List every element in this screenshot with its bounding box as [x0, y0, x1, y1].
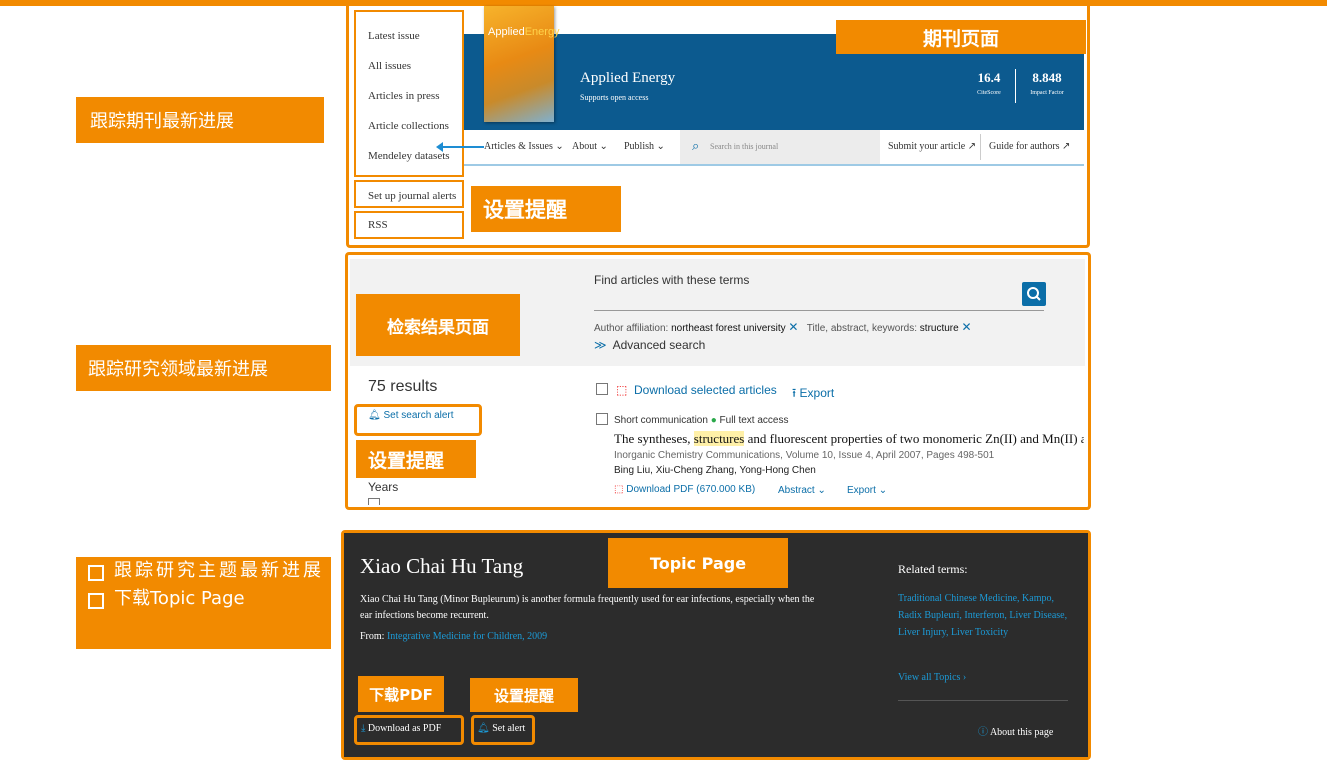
chevron-down-icon: ⌄	[555, 141, 564, 152]
search-button[interactable]	[1022, 282, 1046, 306]
find-articles-label: Find articles with these terms	[594, 273, 750, 287]
year-checkbox[interactable]	[368, 498, 380, 505]
topic-page-annotation: Topic Page	[608, 538, 788, 588]
article-download-pdf[interactable]: ⬚ Download PDF (670.000 KB)	[614, 484, 755, 495]
cover-title: AppliedEnergy	[488, 26, 560, 38]
nav-about[interactable]: About ⌄	[572, 141, 608, 152]
pdf-icon: ⬚	[614, 484, 624, 495]
article-source: Inorganic Chemistry Communications, Volu…	[614, 450, 995, 461]
journal-nav-rule	[464, 164, 1084, 166]
pdf-icon: ⬚	[616, 383, 628, 397]
export-button[interactable]: ⭱ Export	[792, 384, 834, 405]
arrow-line	[440, 146, 484, 148]
submit-article-link[interactable]: Submit your article ↗	[888, 141, 976, 152]
topic-source-link[interactable]: Integrative Medicine for Children, 2009	[387, 631, 547, 642]
remove-filter-icon[interactable]: ✕	[788, 320, 798, 334]
square-bullet-icon	[88, 565, 104, 581]
advanced-search-link[interactable]: ≫ Advanced search	[594, 338, 705, 352]
journal-page-annotation: 期刊页面	[836, 20, 1086, 54]
impact-factor-metric: 8.848 Impact Factor	[1030, 70, 1064, 96]
track-field-label: 跟踪研究领域最新进展	[76, 345, 331, 391]
guide-for-authors-link[interactable]: Guide for authors ↗	[989, 141, 1070, 152]
article-meta: Short communication ● Full text access	[614, 415, 789, 426]
topic-labels-box: 跟踪研究主题最新进展 下载Topic Page	[76, 557, 331, 649]
chevron-down-icon: ⌄	[817, 485, 826, 496]
set-search-alert-button[interactable]: 🔔︎ Set search alert	[368, 410, 454, 421]
article-abstract-toggle[interactable]: Abstract ⌄	[778, 485, 826, 496]
nav-articles-issues[interactable]: Articles & Issues ⌄	[484, 141, 564, 152]
track-journal-label: 跟踪期刊最新进展	[76, 97, 324, 143]
view-all-topics-link[interactable]: View all Topics ›	[898, 672, 966, 683]
topic-source: From: Integrative Medicine for Children,…	[360, 631, 548, 642]
nav-article-collections[interactable]: Article collections	[368, 120, 449, 132]
track-topic-item: 跟踪研究主题最新进展	[88, 559, 331, 583]
external-link-icon: ↗	[967, 141, 977, 152]
about-this-page-link[interactable]: ⓘ About this page	[978, 723, 1053, 738]
external-link-icon: ↗	[1062, 141, 1071, 152]
search-input-rule	[594, 310, 1044, 311]
download-pdf-annotation: 下载PDF	[358, 676, 444, 712]
chevron-down-icon: ⌄	[656, 141, 665, 152]
remove-filter-icon[interactable]: ✕	[961, 320, 971, 334]
search-icon: ⌕	[692, 138, 700, 153]
upload-icon: ⭱	[792, 386, 797, 400]
set-alert-button[interactable]: 🔔︎ Set alert	[477, 723, 525, 734]
chevron-down-icon: ⌄	[878, 485, 888, 496]
article-export-toggle[interactable]: Export ⌄	[847, 485, 887, 496]
arrow-left-icon	[436, 142, 443, 152]
journal-subtitle: Supports open access	[580, 93, 649, 102]
metric-divider	[1015, 69, 1016, 103]
related-terms-heading: Related terms:	[898, 562, 968, 576]
set-alert-annotation-2: 设置提醒	[356, 440, 476, 478]
bell-icon: 🔔︎	[477, 723, 490, 734]
topic-title: Xiao Chai Hu Tang	[360, 554, 524, 578]
set-alert-annotation-1: 设置提醒	[471, 186, 621, 232]
select-all-checkbox[interactable]	[596, 383, 608, 395]
download-selected-button[interactable]: ⬚ Download selected articles	[616, 383, 777, 397]
topic-description: Xiao Chai Hu Tang (Minor Bupleurum) is a…	[360, 594, 815, 621]
search-results-annotation: 检索结果页面	[356, 294, 520, 356]
open-access-dot-icon: ●	[710, 415, 717, 426]
chevron-right-icon: ›	[962, 672, 967, 683]
set-alert-annotation-3: 设置提醒	[470, 678, 578, 712]
download-topic-item: 下载Topic Page	[88, 587, 331, 611]
nav-rss[interactable]: RSS	[368, 219, 388, 231]
results-count: 75 results	[368, 378, 438, 395]
active-filters: Author affiliation: northeast forest uni…	[594, 320, 972, 334]
nav-publish[interactable]: Publish ⌄	[624, 141, 665, 152]
journal-title[interactable]: Applied Energy	[580, 70, 675, 87]
square-bullet-icon	[88, 593, 104, 609]
download-icon: ⤓	[361, 723, 366, 734]
nav-latest-issue[interactable]: Latest issue	[368, 30, 420, 42]
bell-icon: 🔔︎	[368, 410, 381, 421]
journal-cover-image[interactable]: AppliedEnergy	[484, 6, 560, 122]
download-as-pdf-button[interactable]: ⤓ Download as PDF	[361, 723, 441, 734]
journal-search-placeholder: Search in this journal	[710, 142, 779, 151]
article-title-link[interactable]: The syntheses, structures and fluorescen…	[614, 431, 1084, 447]
nav-divider	[980, 134, 981, 160]
article-checkbox[interactable]	[596, 413, 608, 425]
double-chevron-down-icon: ≫	[594, 338, 607, 352]
topic-divider	[898, 700, 1068, 701]
nav-articles-in-press[interactable]: Articles in press	[368, 90, 439, 102]
related-terms-links[interactable]: Traditional Chinese Medicine, Kampo, Rad…	[898, 590, 1076, 641]
article-authors: Bing Liu, Xiu-Cheng Zhang, Yong-Hong Che…	[614, 465, 816, 476]
citescore-metric: 16.4 CiteScore	[977, 70, 1001, 96]
chevron-down-icon: ⌄	[599, 141, 608, 152]
search-icon	[1027, 287, 1041, 301]
nav-set-up-journal-alerts[interactable]: Set up journal alerts	[368, 190, 456, 202]
info-icon: ⓘ	[978, 727, 988, 738]
years-filter-label: Years	[368, 480, 399, 494]
nav-all-issues[interactable]: All issues	[368, 60, 411, 72]
